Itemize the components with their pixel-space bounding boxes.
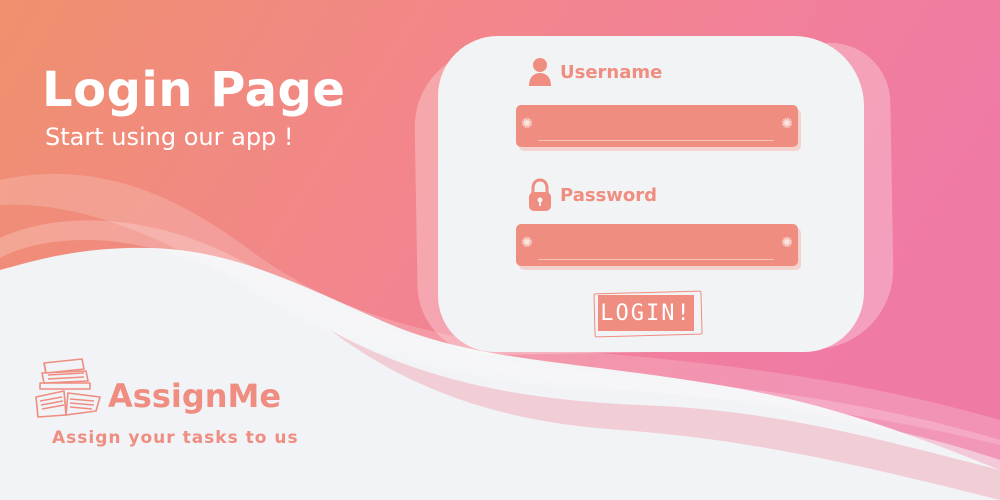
- username-label: Username: [560, 61, 663, 83]
- user-icon: [528, 56, 552, 88]
- login-button[interactable]: LOGIN!: [598, 295, 694, 331]
- login-button-wrap: LOGIN!: [593, 290, 704, 338]
- brand-name: AssignMe: [108, 377, 282, 415]
- sparkle-icon: ✺: [781, 116, 793, 132]
- sparkle-icon: ✺: [781, 235, 793, 251]
- sparkle-icon: ✺: [521, 235, 533, 251]
- brand-tagline: Assign your tasks to us: [52, 428, 299, 448]
- username-field-box: ✺ ✺: [516, 105, 798, 147]
- sparkle-icon: ✺: [521, 116, 533, 132]
- username-label-row: Username: [528, 56, 662, 88]
- page-subtitle: Start using our app !: [45, 123, 294, 151]
- lock-icon: [528, 178, 552, 212]
- username-field-wrap: ✺ ✺: [516, 105, 801, 151]
- password-label: Password: [560, 184, 658, 206]
- password-label-row: Password: [528, 178, 657, 212]
- page-title: Login Page: [42, 62, 346, 118]
- password-field-box: ✺ ✺: [516, 224, 798, 266]
- username-input[interactable]: [538, 113, 774, 141]
- books-icon: [34, 357, 102, 423]
- password-input[interactable]: [538, 232, 774, 260]
- password-field-wrap: ✺ ✺: [516, 224, 801, 270]
